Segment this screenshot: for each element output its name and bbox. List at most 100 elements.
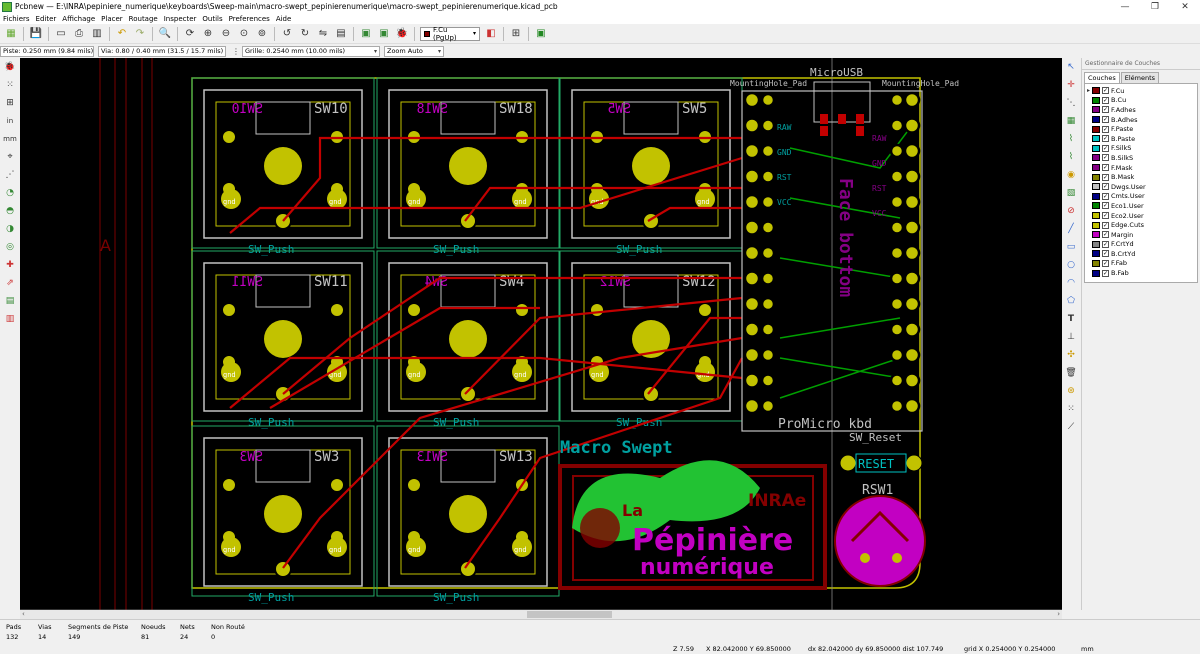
scripting-console-icon[interactable]: ▣ (533, 26, 549, 42)
tab-couches[interactable]: Couches (1084, 72, 1120, 83)
layer-visibility-checkbox[interactable]: ✓ (1102, 116, 1109, 124)
menu-inspecter[interactable]: Inspecter (161, 15, 200, 23)
microwave-icon[interactable]: ▥ (2, 312, 18, 326)
layer-visibility-checkbox[interactable]: ✓ (1102, 125, 1109, 133)
close-button[interactable]: ✕ (1170, 2, 1200, 12)
pcb-canvas[interactable]: A gnd gnd SW10 SW10 SW_Push gnd gnd SW18 SW18 SW_… (20, 58, 1062, 610)
scroll-left-icon[interactable]: ‹ (22, 610, 25, 618)
layer-color-swatch[interactable] (1092, 240, 1100, 248)
tab-elements[interactable]: Eléments (1120, 72, 1160, 83)
layer-color-swatch[interactable] (1092, 173, 1100, 181)
highlight-net-icon[interactable]: ✛ (1064, 78, 1079, 92)
zone-fill-icon[interactable]: ◓ (2, 204, 18, 218)
layer-row[interactable]: ✓ F.Paste (1085, 124, 1197, 134)
layer-row[interactable]: ✓ Margin (1085, 230, 1197, 240)
track-sketch-icon[interactable]: ⇗ (2, 276, 18, 290)
layer-color-swatch[interactable] (1092, 192, 1100, 200)
scroll-right-icon[interactable]: › (1057, 610, 1060, 618)
layer-row[interactable]: ✓ F.Adhes (1085, 105, 1197, 115)
layer-row[interactable]: ✓ F.CrtYd (1085, 240, 1197, 250)
layer-visibility-checkbox[interactable]: ✓ (1102, 173, 1109, 181)
via-size-select[interactable]: Via: 0.80 / 0.40 mm (31.5 / 15.7 mils) *… (98, 45, 226, 57)
mm-units-icon[interactable]: mm (2, 132, 18, 146)
add-rect-icon[interactable]: ▭ (1064, 240, 1079, 254)
inch-units-icon[interactable]: in (2, 114, 18, 128)
layer-row[interactable]: ✓ B.Mask (1085, 172, 1197, 182)
layer-color-swatch[interactable] (1092, 231, 1100, 239)
menu-routage[interactable]: Routage (126, 15, 161, 23)
layer-row[interactable]: ✓ Eco1.User (1085, 201, 1197, 211)
add-dimension-icon[interactable]: ⊥ (1064, 330, 1079, 344)
zoom-selection-icon[interactable]: ⊚ (254, 26, 270, 42)
print-icon[interactable]: ⎙ (71, 26, 87, 42)
layer-visibility-checkbox[interactable]: ✓ (1102, 240, 1109, 248)
layer-color-swatch[interactable] (1092, 202, 1100, 210)
fields-icon[interactable]: ▤ (333, 26, 349, 42)
keepout-icon[interactable]: ⊘ (1064, 204, 1079, 218)
local-ratsnest-icon[interactable]: ⋱ (1064, 96, 1079, 110)
scrollbar-thumb[interactable] (527, 611, 612, 618)
layer-visibility-checkbox[interactable]: ✓ (1102, 231, 1109, 239)
layer-row[interactable]: ✓ Dwgs.User (1085, 182, 1197, 192)
layer-visibility-checkbox[interactable]: ✓ (1102, 87, 1109, 95)
layer-row[interactable]: ✓ B.Fab (1085, 268, 1197, 278)
route-diff-pair-icon[interactable]: ⌇ (1064, 150, 1079, 164)
minimize-button[interactable]: — (1110, 2, 1140, 12)
layer-pair-icon[interactable]: ◧ (483, 26, 499, 42)
drc-icon[interactable]: 🐞 (394, 26, 410, 42)
redo-icon[interactable]: ↷ (132, 26, 148, 42)
layer-visibility-checkbox[interactable]: ✓ (1102, 250, 1109, 258)
add-polygon-icon[interactable]: ⬠ (1064, 294, 1079, 308)
netlist-icon[interactable]: ▣ (358, 26, 374, 42)
layer-row[interactable]: ✓ B.Cu (1085, 96, 1197, 106)
layer-color-swatch[interactable] (1092, 106, 1100, 114)
zoom-fit-icon[interactable]: ⊙ (236, 26, 252, 42)
layer-row[interactable]: ✓ F.SilkS (1085, 144, 1197, 154)
add-arc-icon[interactable]: ◠ (1064, 276, 1079, 290)
layer-color-swatch[interactable] (1092, 183, 1100, 191)
page-settings-icon[interactable]: ▭ (53, 26, 69, 42)
layer-visibility-checkbox[interactable]: ✓ (1102, 96, 1109, 104)
layer-color-swatch[interactable] (1092, 96, 1100, 104)
layer-row[interactable]: ✓ B.Paste (1085, 134, 1197, 144)
layer-visibility-checkbox[interactable]: ✓ (1102, 212, 1109, 220)
layer-row[interactable]: ✓ Eco2.User (1085, 211, 1197, 221)
via-sketch-icon[interactable]: ✚ (2, 258, 18, 272)
layer-color-swatch[interactable] (1092, 269, 1100, 277)
add-circle-icon[interactable]: ○ (1064, 258, 1079, 272)
refresh-icon[interactable]: ⟳ (182, 26, 198, 42)
board-setup-icon[interactable]: ▦ (3, 26, 19, 42)
track-width-select[interactable]: Piste: 0.250 mm (9.84 mils) * ▾ (0, 45, 94, 57)
pad-sketch-icon[interactable]: ◎ (2, 240, 18, 254)
delete-icon[interactable]: 🗑 (1064, 366, 1079, 380)
menu-fichiers[interactable]: Fichiers (0, 15, 33, 23)
layer-row[interactable]: ✓ B.CrtYd (1085, 249, 1197, 259)
layer-row[interactable]: ▸ ✓ F.Cu (1085, 86, 1197, 96)
zoom-select[interactable]: Zoom Auto ▾ (384, 45, 444, 57)
drc-marker-icon[interactable]: 🐞 (2, 60, 18, 74)
route-track-icon[interactable]: ⌇ (1064, 132, 1079, 146)
plot-icon[interactable]: ▥ (89, 26, 105, 42)
add-line-icon[interactable]: ╱ (1064, 222, 1079, 236)
layer-color-swatch[interactable] (1092, 212, 1100, 220)
layer-visibility-checkbox[interactable]: ✓ (1102, 221, 1109, 229)
set-origin-icon[interactable]: ⊛ (1064, 384, 1079, 398)
layer-color-swatch[interactable] (1092, 144, 1100, 152)
layer-color-swatch[interactable] (1092, 116, 1100, 124)
flip-icon[interactable]: ⇋ (315, 26, 331, 42)
menu-preferences[interactable]: Preferences (226, 15, 273, 23)
grid-toggle-icon[interactable]: ⁙ (2, 78, 18, 92)
layer-visibility-checkbox[interactable]: ✓ (1102, 202, 1109, 210)
footprint-editor-icon[interactable]: ⊞ (508, 26, 524, 42)
add-footprint-icon[interactable]: ▦ (1064, 114, 1079, 128)
cursor-shape-icon[interactable]: ⌖ (2, 150, 18, 164)
menu-placer[interactable]: Placer (98, 15, 126, 23)
layer-visibility-checkbox[interactable]: ✓ (1102, 144, 1109, 152)
grid-origin-icon[interactable]: ⁙ (1064, 402, 1079, 416)
layer-visibility-checkbox[interactable]: ✓ (1102, 164, 1109, 172)
layer-color-swatch[interactable] (1092, 221, 1100, 229)
save-icon[interactable]: 💾 (28, 26, 44, 42)
layer-visibility-checkbox[interactable]: ✓ (1102, 154, 1109, 162)
update-pcb-icon[interactable]: ▣ (376, 26, 392, 42)
ratsnest-icon[interactable]: ⋰ (2, 168, 18, 182)
